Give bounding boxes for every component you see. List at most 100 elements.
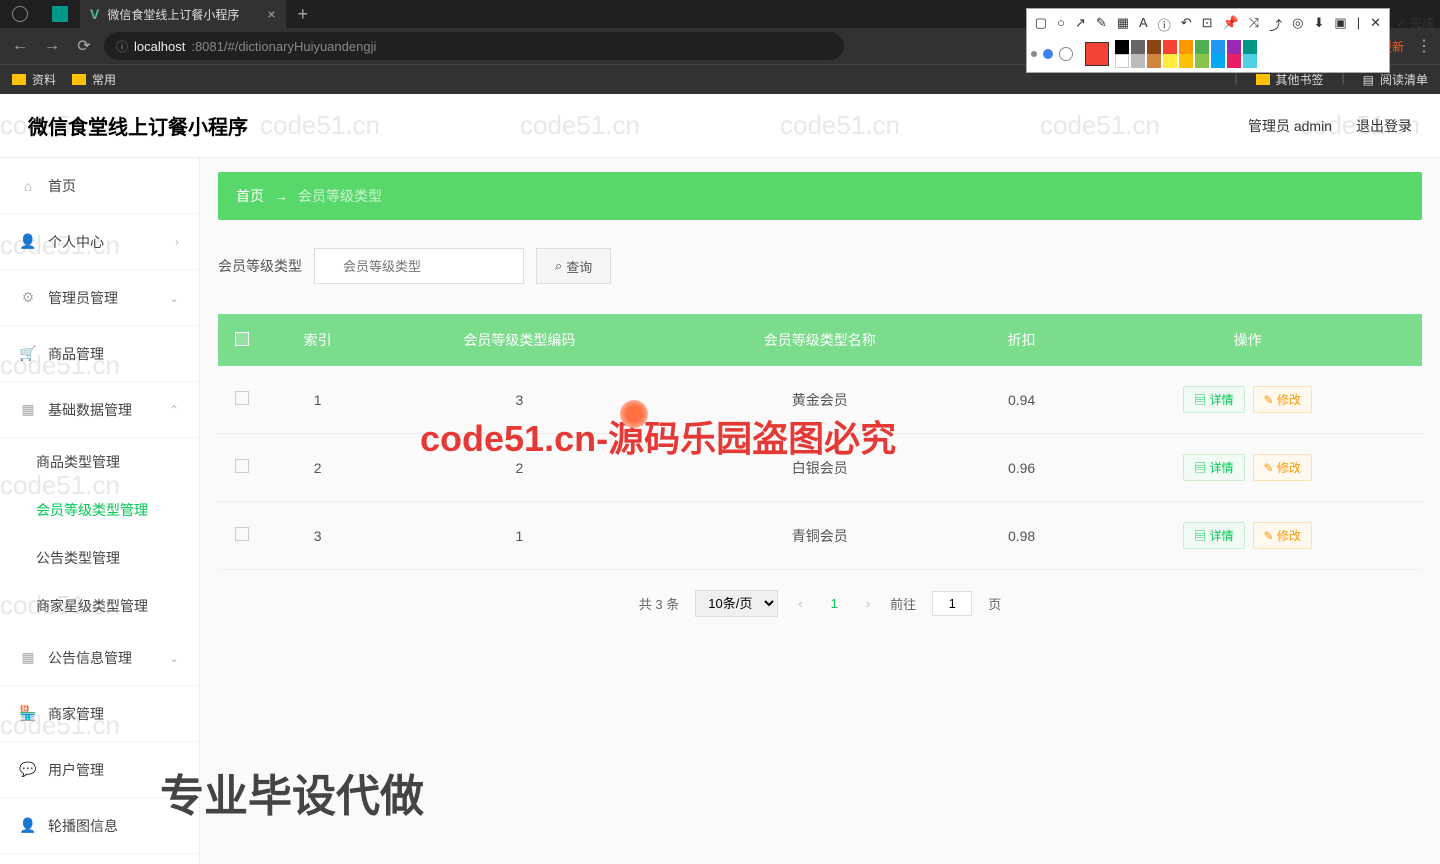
page-current[interactable]: 1	[823, 596, 846, 611]
cell-code: 1	[369, 502, 669, 570]
col-index[interactable]: 索引	[266, 314, 369, 366]
edit-button[interactable]: ✎ 修改	[1253, 454, 1312, 481]
save-icon[interactable]: ▣	[1334, 15, 1346, 34]
detail-button[interactable]: ▤ 详情	[1183, 386, 1244, 413]
forward-button[interactable]: →	[40, 37, 64, 55]
target-icon[interactable]: ◎	[1292, 15, 1303, 34]
col-actions: 操作	[1073, 314, 1422, 366]
chevron-up-icon: ⌃	[169, 403, 179, 417]
cell-discount: 0.96	[970, 434, 1073, 502]
sidebar-notice[interactable]: ▦公告信息管理⌄	[0, 630, 199, 686]
sidebar-home[interactable]: ⌂首页	[0, 158, 199, 214]
sidebar: ⌂首页 👤个人中心› ⚙管理员管理⌄ 🛒商品管理 ▦基础数据管理⌃ 商品类型管理…	[0, 158, 200, 864]
info-icon: ⓘ	[116, 38, 128, 55]
sidebar-products[interactable]: 🛒商品管理	[0, 326, 199, 382]
arrow-icon[interactable]: ↗	[1075, 15, 1086, 34]
sidebar-sub-notice-type[interactable]: 公告类型管理	[0, 534, 199, 582]
goto-input[interactable]	[932, 591, 972, 616]
app-title: 微信食堂线上订餐小程序	[28, 111, 248, 140]
close-icon[interactable]: ×	[267, 6, 275, 22]
crop-icon[interactable]: ⊡	[1202, 15, 1213, 34]
tab-inactive-2[interactable]	[40, 0, 80, 28]
data-table: 索引 会员等级类型编码 会员等级类型名称 折扣 操作 1 3 黄金会员 0.94…	[218, 314, 1422, 570]
edit-button[interactable]: ✎ 修改	[1253, 386, 1312, 413]
user-icon: 👤	[20, 234, 36, 250]
home-icon: ⌂	[20, 178, 36, 194]
bookmark-folder-1[interactable]: 资料	[12, 71, 56, 88]
col-name[interactable]: 会员等级类型名称	[670, 314, 970, 366]
done-button[interactable]: ✓完成	[1396, 14, 1434, 31]
menu-icon[interactable]: ⋮	[1416, 36, 1432, 56]
pin-icon[interactable]: 📌	[1223, 15, 1239, 34]
dev-tools-palette[interactable]: ▢○↗✎▦Aⓘ↶⊡📌⤨⤴◎⬇▣|✕	[1026, 8, 1390, 73]
cell-code: 2	[369, 434, 669, 502]
tab-inactive-1[interactable]	[0, 0, 40, 28]
other-bookmarks[interactable]: 其他书签	[1256, 71, 1324, 88]
tab-active[interactable]: V 微信食堂线上订餐小程序 ×	[80, 0, 286, 28]
share-icon[interactable]: ⤴	[1269, 15, 1282, 34]
reload-button[interactable]: ⟳	[72, 36, 96, 56]
pagination: 共 3 条 10条/页 ‹ 1 › 前往 页	[218, 590, 1422, 617]
query-button[interactable]: ⌕查询	[536, 248, 611, 284]
detail-button[interactable]: ▤ 详情	[1183, 522, 1244, 549]
cell-name: 青铜会员	[670, 502, 970, 570]
grid-icon: ▦	[20, 402, 36, 418]
close2-icon[interactable]: ✕	[1370, 15, 1381, 34]
next-page[interactable]: ›	[862, 596, 874, 611]
cell-name: 白银会员	[670, 434, 970, 502]
chevron-down-icon: ⌄	[169, 291, 179, 305]
select-all-checkbox[interactable]	[235, 332, 249, 346]
rect-icon[interactable]: ▢	[1035, 15, 1047, 34]
tab-title: 微信食堂线上订餐小程序	[107, 6, 239, 23]
col-code[interactable]: 会员等级类型编码	[369, 314, 669, 366]
sidebar-sub-product-type[interactable]: 商品类型管理	[0, 438, 199, 486]
col-discount[interactable]: 折扣	[970, 314, 1073, 366]
prev-page[interactable]: ‹	[794, 596, 806, 611]
selected-color[interactable]	[1085, 42, 1109, 66]
logout-button[interactable]: 退出登录	[1356, 116, 1412, 136]
sidebar-basedata[interactable]: ▦基础数据管理⌃	[0, 382, 199, 438]
gear-icon: ⚙	[20, 290, 36, 306]
breadcrumb-current: 会员等级类型	[298, 186, 382, 206]
detail-button[interactable]: ▤ 详情	[1183, 454, 1244, 481]
circle-icon[interactable]: ○	[1057, 15, 1065, 34]
arrow-icon: →	[274, 188, 288, 204]
mosaic-icon[interactable]: ▦	[1117, 15, 1129, 34]
edit-button[interactable]: ✎ 修改	[1253, 522, 1312, 549]
undo-icon[interactable]: ↶	[1181, 15, 1192, 34]
cell-index: 2	[266, 434, 369, 502]
sidebar-profile[interactable]: 👤个人中心›	[0, 214, 199, 270]
search-input[interactable]	[314, 248, 524, 284]
reading-list[interactable]: ▤阅读清单	[1363, 71, 1428, 88]
info2-icon[interactable]: ⓘ	[1158, 15, 1171, 34]
row-checkbox[interactable]	[235, 459, 249, 473]
breadcrumb-home[interactable]: 首页	[236, 186, 264, 206]
url-path: :8081/#/dictionaryHuiyuandengji	[191, 39, 376, 54]
cell-index: 1	[266, 366, 369, 434]
cart-icon: 🛒	[20, 346, 36, 362]
search-label: 会员等级类型	[218, 256, 302, 276]
table-row: 3 1 青铜会员 0.98 ▤ 详情 ✎ 修改	[218, 502, 1422, 570]
sidebar-merchant[interactable]: 🏪商家管理	[0, 686, 199, 742]
new-tab-button[interactable]: +	[298, 4, 309, 25]
row-checkbox[interactable]	[235, 391, 249, 405]
cell-index: 3	[266, 502, 369, 570]
back-button[interactable]: ←	[8, 37, 32, 55]
admin-label[interactable]: 管理员 admin	[1248, 116, 1332, 136]
sidebar-sub-member-level[interactable]: 会员等级类型管理	[0, 486, 199, 534]
url-bar[interactable]: ⓘ localhost:8081/#/dictionaryHuiyuandeng…	[104, 32, 844, 60]
shuffle-icon[interactable]: ⤨	[1249, 15, 1259, 34]
bookmark-folder-2[interactable]: 常用	[72, 71, 116, 88]
row-checkbox[interactable]	[235, 527, 249, 541]
cell-discount: 0.94	[970, 366, 1073, 434]
search-row: 会员等级类型 ⌕查询	[218, 248, 1422, 284]
cell-name: 黄金会员	[670, 366, 970, 434]
text-icon[interactable]: A	[1139, 15, 1148, 34]
download-icon[interactable]: ⬇	[1314, 15, 1325, 34]
sidebar-sub-merchant-star[interactable]: 商家星级类型管理	[0, 582, 199, 630]
chevron-right-icon: ›	[175, 235, 179, 249]
table-row: 2 2 白银会员 0.96 ▤ 详情 ✎ 修改	[218, 434, 1422, 502]
sidebar-admin[interactable]: ⚙管理员管理⌄	[0, 270, 199, 326]
pencil-icon[interactable]: ✎	[1096, 15, 1107, 34]
page-size-select[interactable]: 10条/页	[695, 590, 778, 617]
